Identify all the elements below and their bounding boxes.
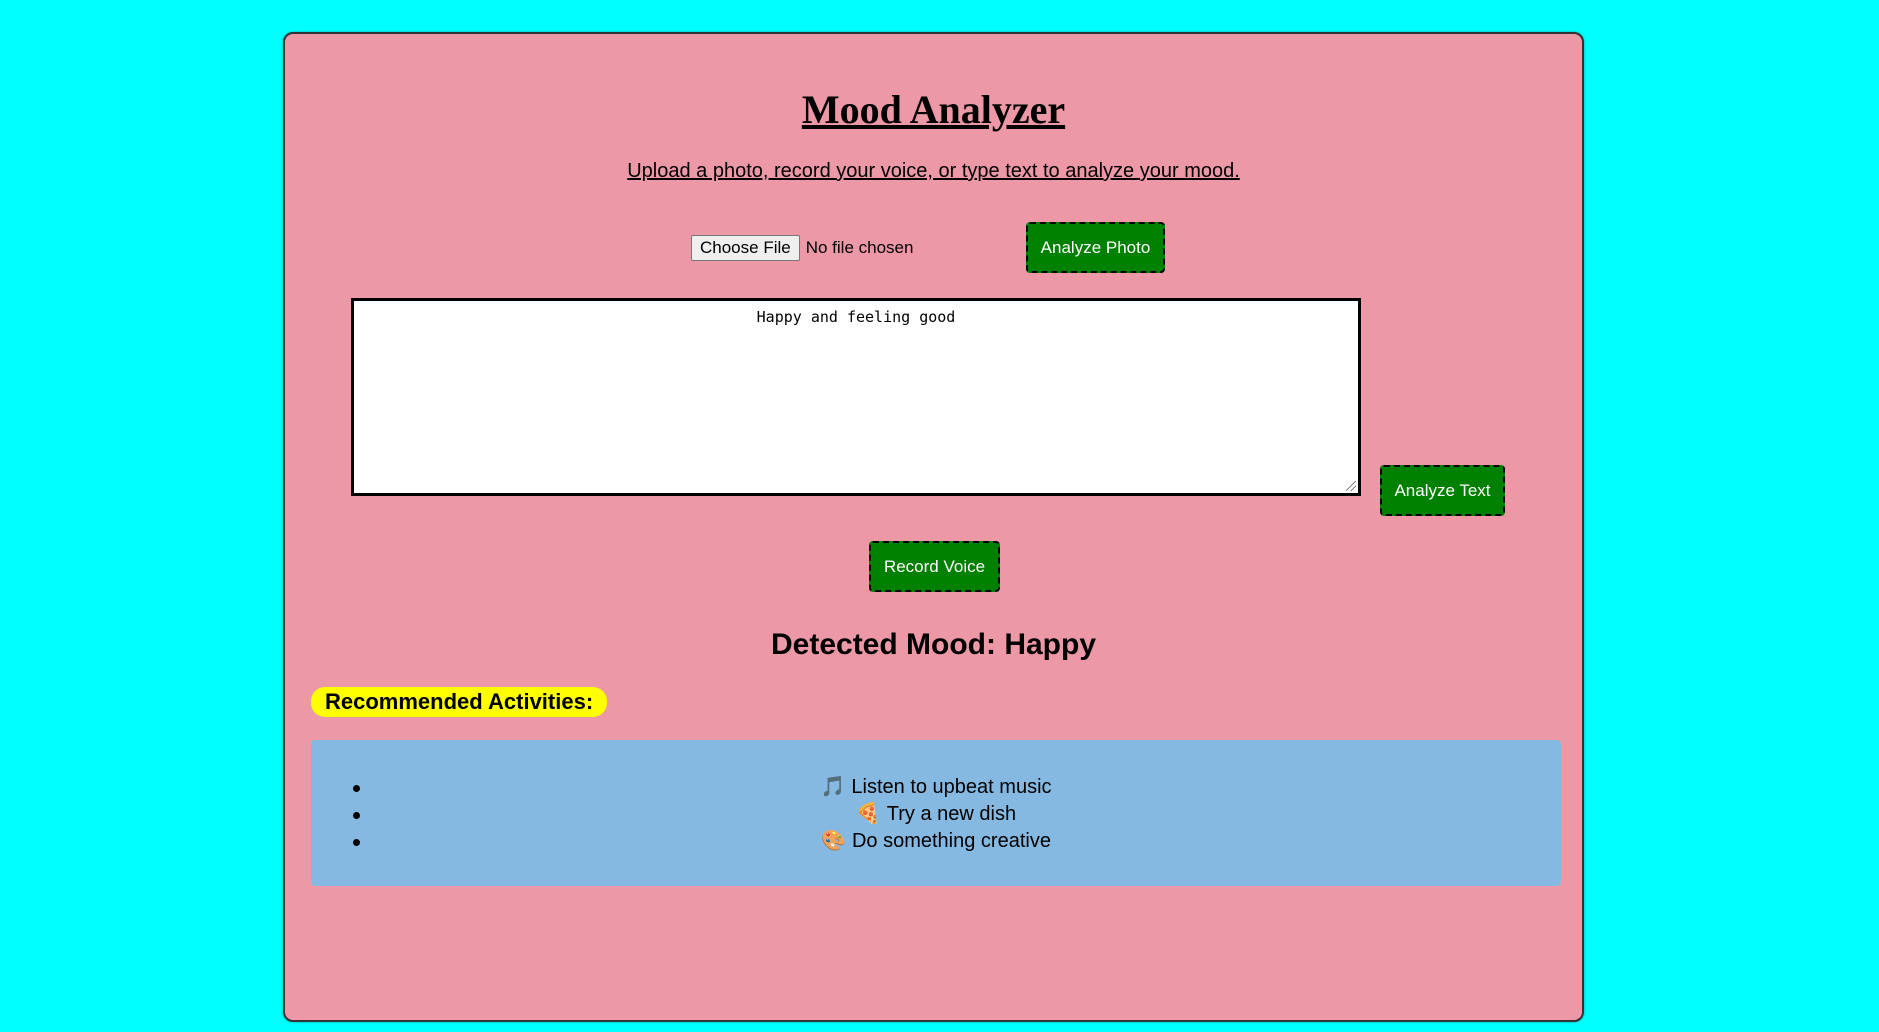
bullet-icon	[353, 839, 360, 846]
music-note-icon: 🎵	[820, 774, 846, 798]
bullet-icon	[353, 812, 360, 819]
resize-handle-icon[interactable]	[1346, 481, 1356, 491]
recommended-activities-heading: Recommended Activities:	[311, 687, 608, 717]
page-subtitle: Upload a photo, record your voice, or ty…	[627, 160, 1240, 182]
list-item: 🍕 Try a new dish	[311, 800, 1561, 827]
mood-text-value: Happy and feeling good	[756, 308, 956, 326]
mood-text-input[interactable]: Happy and feeling good	[351, 298, 1361, 496]
record-voice-button[interactable]: Record Voice	[869, 541, 1000, 592]
activities-list: 🎵 Listen to upbeat music 🍕 Try a new dish …	[311, 773, 1561, 854]
list-item: 🎵 Listen to upbeat music	[311, 773, 1561, 800]
activity-label: Try a new dish	[886, 803, 1017, 825]
pizza-icon: 🍕	[855, 801, 881, 825]
analyze-text-button[interactable]: Analyze Text	[1380, 465, 1505, 516]
activity-label: Listen to upbeat music	[851, 776, 1052, 798]
activities-panel: 🎵 Listen to upbeat music 🍕 Try a new dish …	[311, 740, 1561, 886]
file-status-text: No file chosen	[805, 238, 914, 257]
mood-analyzer-card: Mood Analyzer Upload a photo, record you…	[283, 32, 1584, 1022]
analyze-photo-button[interactable]: Analyze Photo	[1026, 222, 1165, 273]
activity-label: Do something creative	[851, 830, 1051, 852]
file-picker: Choose File No file chosen	[691, 235, 913, 261]
palette-icon: 🎨	[821, 828, 846, 852]
bullet-icon	[353, 785, 360, 792]
list-item: 🎨 Do something creative	[311, 827, 1561, 854]
choose-file-button[interactable]: Choose File	[691, 235, 800, 261]
page-title: Mood Analyzer	[801, 87, 1066, 132]
detected-mood: Detected Mood: Happy	[770, 628, 1097, 661]
